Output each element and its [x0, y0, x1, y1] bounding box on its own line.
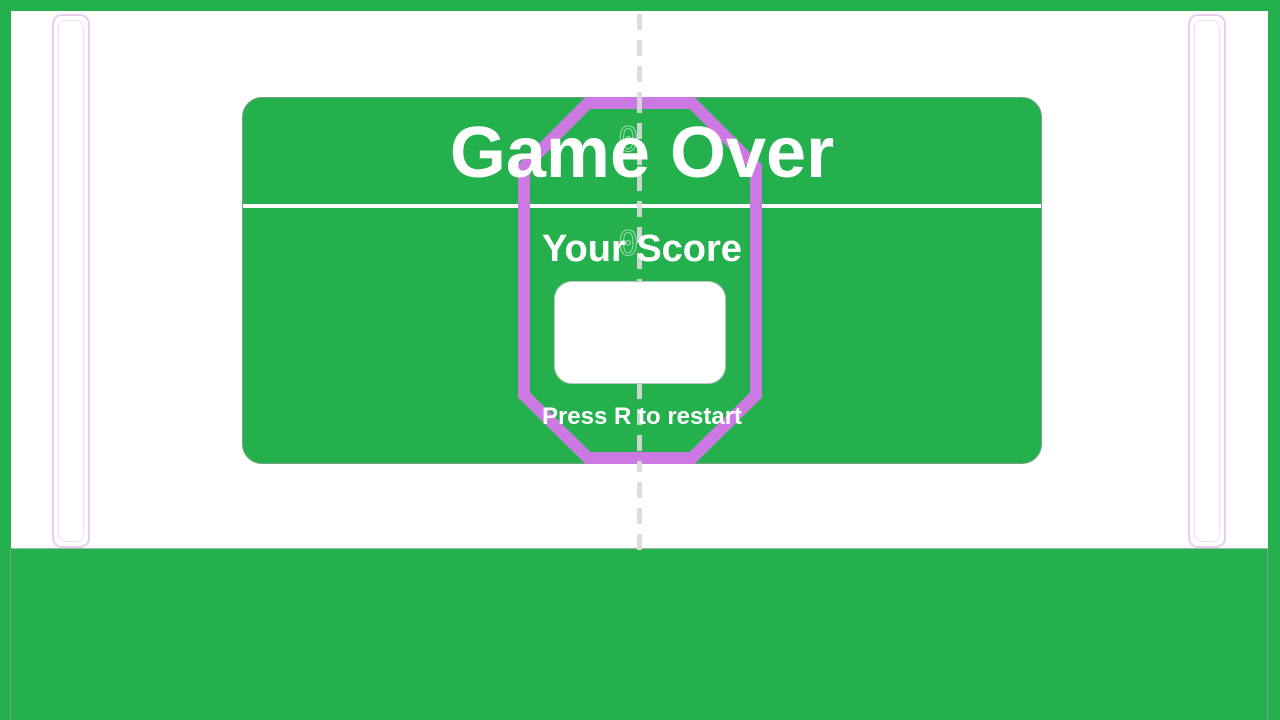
ghost-digit-glyph: 0 — [617, 120, 639, 160]
restart-hint: Press R to restart — [541, 403, 743, 430]
paddle-left-icon — [52, 14, 90, 548]
edge-line-right — [1267, 549, 1268, 720]
edge-line-left — [10, 549, 11, 720]
score-value — [554, 281, 726, 384]
game-screen: Game Over 0 0 Your Score Press R to rest… — [0, 0, 1280, 720]
game-over-title: Game Over — [449, 113, 835, 193]
score-label: Your Score — [542, 228, 742, 270]
paddle-right-icon — [1188, 14, 1226, 548]
